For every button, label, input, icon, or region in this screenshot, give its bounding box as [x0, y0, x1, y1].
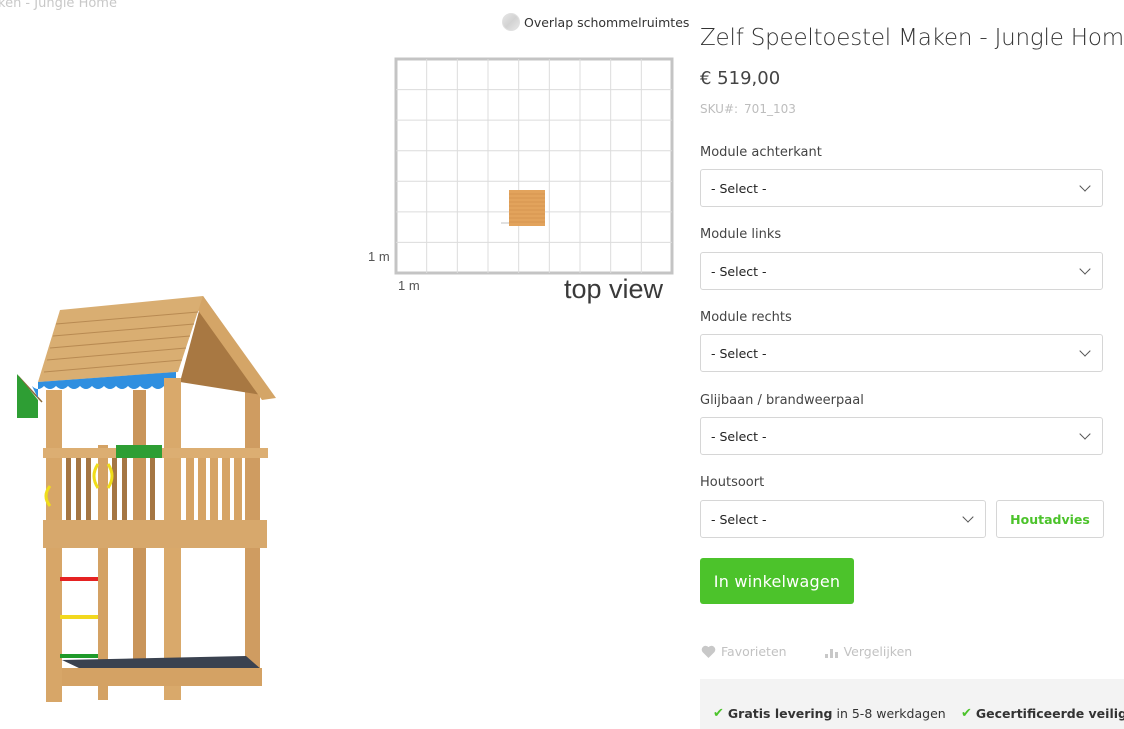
select-module-achterkant[interactable]: - Select - [700, 169, 1103, 207]
platform-deck [43, 520, 267, 548]
checkmark-icon: ✔ [961, 706, 972, 721]
flag-icon [17, 374, 43, 418]
compare-link[interactable]: Vergelijken [824, 644, 913, 659]
green-sign [116, 445, 162, 458]
chevron-down-icon [1079, 428, 1091, 440]
benefit-bold: Gratis levering [727, 706, 833, 721]
product-sku: SKU#: 701_103 [700, 102, 796, 116]
overlap-toggle-label: Overlap schommelruimtes [524, 14, 690, 30]
benefit-bold: Gecertificeerde veilighe [975, 706, 1124, 721]
ladder-rung-red [60, 577, 98, 581]
select-module-rechts[interactable]: - Select - [700, 334, 1103, 372]
scale-x-label: 1 m [398, 278, 420, 293]
toggle-circle-icon[interactable] [502, 13, 520, 31]
option-label-module-links: Module links [700, 227, 782, 242]
select-module-links[interactable]: - Select - [700, 252, 1103, 290]
chevron-down-icon [1079, 345, 1091, 357]
benefits-panel [700, 679, 1124, 729]
secondary-actions: Favorieten Vergelijken [701, 644, 912, 659]
select-value: - Select - [711, 263, 767, 279]
benefit-text: in 5-8 werkdagen [832, 706, 946, 721]
overlap-swing-space-toggle[interactable]: Overlap schommelruimtes [502, 13, 689, 31]
footprint-platform [509, 190, 545, 226]
compare-label: Vergelijken [843, 644, 913, 659]
faded-page-title: ken - Jungle Home [0, 0, 117, 11]
grid-border [394, 57, 674, 275]
select-value: - Select - [711, 511, 767, 527]
select-glijbaan-brandweerpaal[interactable]: - Select - [700, 417, 1103, 455]
sku-value: 701_103 [744, 102, 796, 116]
select-value: - Select - [711, 428, 767, 444]
roof-slope [38, 296, 203, 382]
heart-icon [701, 645, 716, 658]
chevron-down-icon [962, 511, 974, 523]
select-value: - Select - [711, 180, 767, 196]
benefit-free-delivery: ✔ Gratis levering in 5-8 werkdagen [713, 706, 946, 721]
chevron-down-icon [1079, 263, 1091, 275]
option-label-module-rechts: Module rechts [700, 310, 792, 325]
scale-y-label: 1 m [368, 249, 390, 264]
option-label-module-achterkant: Module achterkant [700, 145, 822, 160]
select-value: - Select - [711, 345, 767, 361]
add-to-cart-button[interactable]: In winkelwagen [700, 558, 854, 604]
ladder-rung-green [60, 654, 98, 658]
bar-chart-icon [824, 648, 838, 658]
chevron-down-icon [1079, 180, 1091, 192]
top-view-grid [394, 57, 674, 275]
product-price: € 519,00 [700, 68, 781, 89]
select-houtsoort[interactable]: - Select - [700, 500, 986, 538]
top-view-diagram [394, 57, 674, 275]
product-image[interactable] [0, 290, 290, 710]
favorites-label: Favorieten [721, 644, 787, 659]
ladder-rung-yellow [60, 615, 98, 619]
option-label-glijbaan: Glijbaan / brandweerpaal [700, 393, 864, 408]
houtadvies-button[interactable]: Houtadvies [996, 500, 1104, 538]
benefit-certified-safety: ✔ Gecertificeerde veilighe [961, 706, 1124, 721]
option-label-houtsoort: Houtsoort [700, 475, 765, 490]
product-title: Zelf Speeltoestel Maken - Jungle Home [700, 25, 1124, 51]
top-view-title: top view [564, 274, 664, 304]
sandbox-frame [62, 668, 262, 686]
favorites-link[interactable]: Favorieten [701, 644, 787, 659]
checkmark-icon: ✔ [713, 706, 724, 721]
sku-label: SKU#: [700, 102, 739, 116]
